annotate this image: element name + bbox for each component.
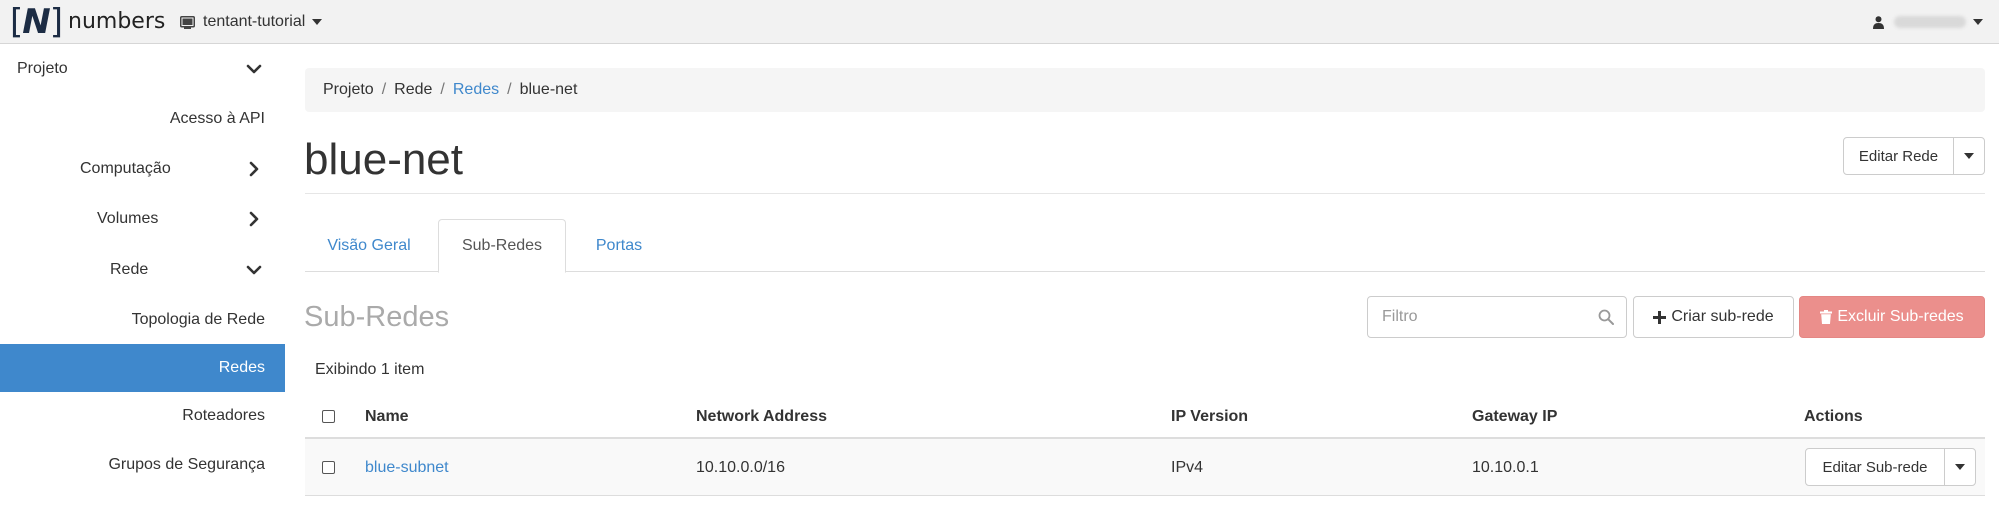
create-subnet-button[interactable]: Criar sub-rede	[1633, 296, 1794, 338]
sidebar-item-label: Volumes	[97, 210, 159, 227]
sidebar-item-grupos-de-seguranca[interactable]: Grupos de Segurança	[0, 441, 285, 489]
item-count: Exibindo 1 item	[315, 361, 425, 378]
sidebar-item-label: Topologia de Rede	[131, 311, 265, 328]
brand-text: numbers	[68, 9, 166, 34]
section-title: Sub-Redes	[304, 301, 450, 333]
caret-down-icon	[312, 19, 323, 25]
breadcrumb-rede: Rede	[394, 81, 433, 98]
breadcrumb-current: blue-net	[519, 81, 578, 98]
edit-subnet-button[interactable]: Editar Sub-rede	[1805, 448, 1945, 486]
user-name-redacted	[1894, 16, 1966, 28]
select-all-checkbox[interactable]	[322, 410, 335, 423]
tab-sub-redes[interactable]: Sub-Redes	[438, 219, 566, 273]
caret-down-icon	[1973, 19, 1983, 25]
sidebar-item-volumes[interactable]: Volumes	[0, 195, 285, 243]
top-navbar: [N] numbers tentant-tutorial	[0, 0, 1999, 44]
caret-down-icon	[1955, 464, 1965, 470]
breadcrumb-redes-link[interactable]: Redes	[453, 81, 499, 99]
sidebar-item-roteadores[interactable]: Roteadores	[0, 392, 285, 440]
sidebar: Projeto Acesso à API Computação Volumes …	[0, 44, 285, 509]
column-header-ip-version[interactable]: IP Version	[1171, 394, 1248, 439]
column-header-gateway-ip[interactable]: Gateway IP	[1472, 394, 1557, 439]
sidebar-item-label: Grupos de Segurança	[108, 456, 265, 473]
row-checkbox[interactable]	[322, 461, 335, 474]
table-row: blue-subnet 10.10.0.0/16 IPv4 10.10.0.1 …	[305, 439, 1985, 496]
sidebar-item-label: Projeto	[17, 60, 68, 77]
subnet-ip-version: IPv4	[1171, 458, 1204, 476]
column-header-network-address[interactable]: Network Address	[696, 394, 827, 439]
breadcrumb-projeto: Projeto	[323, 81, 374, 98]
chevron-down-icon	[246, 64, 262, 74]
tab-portas[interactable]: Portas	[571, 219, 667, 272]
breadcrumb-separator: /	[440, 81, 445, 98]
user-menu[interactable]	[1873, 8, 1983, 36]
sidebar-item-label: Redes	[218, 359, 265, 376]
page-title: blue-net	[304, 135, 464, 184]
subnet-name-link[interactable]: blue-subnet	[365, 439, 449, 496]
chevron-right-icon	[249, 161, 259, 177]
sidebar-item-label: Computação	[80, 160, 171, 177]
edit-network-button[interactable]: Editar Rede	[1843, 137, 1954, 175]
create-subnet-label: Criar sub-rede	[1671, 308, 1774, 325]
user-icon	[1873, 15, 1884, 29]
monitor-icon	[180, 15, 195, 29]
tab-visao-geral[interactable]: Visão Geral	[305, 219, 433, 272]
subnet-gateway-ip: 10.10.0.1	[1472, 458, 1539, 476]
trash-icon	[1820, 310, 1833, 324]
subnet-network-address: 10.10.0.0/16	[696, 458, 785, 476]
filter-box	[1367, 296, 1627, 338]
brand-mark: [N]	[10, 2, 63, 42]
filter-input[interactable]	[1368, 297, 1588, 337]
sidebar-item-projeto[interactable]: Projeto	[0, 45, 285, 93]
title-divider	[305, 193, 1985, 194]
breadcrumb-separator: /	[381, 81, 387, 98]
sidebar-item-label: Roteadores	[182, 407, 265, 424]
search-icon[interactable]	[1598, 309, 1614, 325]
sidebar-item-acesso-api[interactable]: Acesso à API	[0, 95, 285, 143]
delete-subnets-label: Excluir Sub-redes	[1837, 308, 1964, 325]
delete-subnets-button[interactable]: Excluir Sub-redes	[1799, 296, 1985, 338]
brand-logo[interactable]: [N] numbers	[10, 3, 165, 41]
breadcrumb-separator: /	[507, 81, 512, 98]
breadcrumb: Projeto / Rede / Redes / blue-net	[305, 68, 1985, 112]
plus-icon	[1653, 310, 1667, 324]
edit-subnet-dropdown-toggle[interactable]	[1944, 448, 1976, 486]
edit-network-dropdown-toggle[interactable]	[1953, 137, 1985, 175]
sidebar-item-redes[interactable]: Redes	[0, 344, 285, 392]
sidebar-item-rede[interactable]: Rede	[0, 246, 285, 294]
sidebar-item-label: Rede	[110, 261, 149, 278]
project-switcher[interactable]: tentant-tutorial	[180, 8, 323, 36]
chevron-right-icon	[249, 211, 259, 227]
tab-bar: Visão Geral Sub-Redes Portas	[305, 219, 1985, 273]
column-header-actions: Actions	[1804, 407, 1863, 425]
sidebar-item-topologia-de-rede[interactable]: Topologia de Rede	[0, 296, 285, 344]
project-name: tentant-tutorial	[203, 13, 306, 30]
column-header-name[interactable]: Name	[365, 394, 409, 439]
sidebar-item-computacao[interactable]: Computação	[0, 145, 285, 193]
caret-down-icon	[1964, 153, 1974, 159]
table-header: Name Network Address IP Version Gateway …	[305, 394, 1985, 439]
chevron-down-icon	[246, 265, 262, 275]
sidebar-item-label: Acesso à API	[169, 110, 265, 127]
